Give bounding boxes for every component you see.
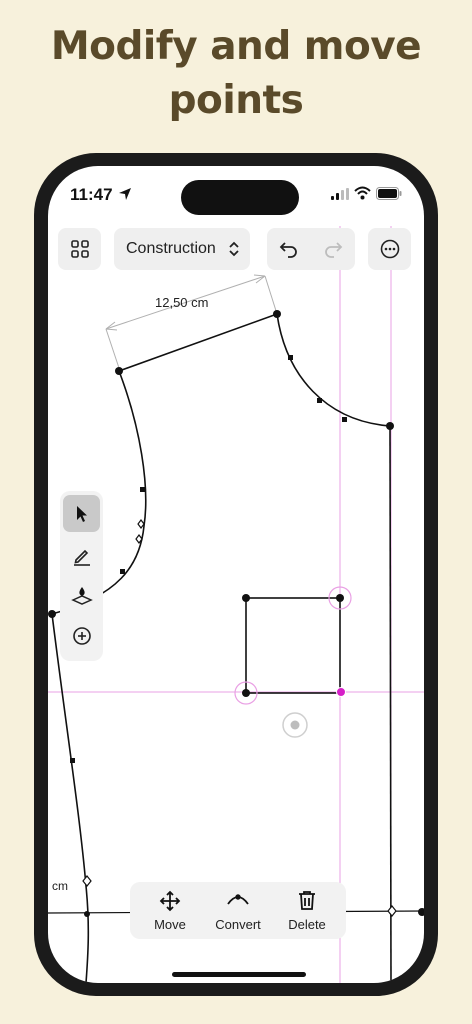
curve-tool[interactable] (63, 577, 100, 614)
unit-label: cm (52, 879, 68, 893)
grid-view-button[interactable] (58, 228, 101, 270)
dimension-line (105, 274, 278, 369)
phone-screen: 12,50 cm cm 11:47 Construction Move Conv… (48, 166, 424, 983)
tool-palette (60, 491, 103, 661)
measurement-label: 12,50 cm (155, 295, 208, 310)
draw-tool[interactable] (63, 537, 100, 574)
pattern-points[interactable] (48, 310, 424, 917)
wifi-icon (354, 186, 371, 200)
location-arrow-icon (119, 188, 131, 200)
convert-curve-icon (227, 894, 249, 905)
delete-button[interactable]: Delete (274, 882, 340, 939)
dynamic-island (181, 180, 299, 215)
undo-button[interactable] (267, 228, 311, 270)
redo-button[interactable] (311, 228, 355, 270)
convert-button-label: Convert (215, 917, 261, 932)
delete-button-label: Delete (288, 917, 326, 932)
move-button[interactable]: Move (137, 882, 203, 939)
pattern-canvas[interactable]: 12,50 cm cm (48, 166, 424, 983)
add-point-icon (72, 626, 91, 645)
snap-highlights (234, 586, 352, 705)
battery-icon (376, 187, 402, 200)
convert-button[interactable]: Convert (205, 882, 271, 939)
mode-selector-label: Construction (126, 240, 216, 257)
status-bar: 11:47 (48, 166, 424, 226)
cursor-icon (76, 505, 87, 522)
chevron-up-down-icon (229, 241, 239, 257)
select-tool[interactable] (63, 495, 100, 532)
redo-icon (325, 242, 343, 258)
selected-point[interactable] (336, 687, 346, 697)
grid-icon (70, 240, 89, 258)
home-indicator (172, 972, 306, 977)
ellipsis-icon (380, 239, 399, 259)
headline-line-2: points (168, 78, 304, 123)
more-options-button[interactable] (368, 228, 411, 270)
add-point-tool[interactable] (63, 617, 100, 654)
control-handles[interactable] (82, 519, 397, 917)
curve-tool-icon (70, 586, 93, 605)
undo-redo-group (267, 228, 355, 270)
headline-line-1: Modify and move (50, 24, 422, 69)
undo-icon (279, 242, 297, 258)
signal-icon (331, 188, 349, 200)
mode-selector[interactable]: Construction (114, 228, 250, 270)
move-button-label: Move (154, 917, 186, 932)
headline: Modify and move points (0, 20, 472, 128)
status-time: 11:47 (70, 185, 113, 204)
point-action-bar: Move Convert Delete (130, 882, 346, 939)
move-handle[interactable] (282, 712, 308, 738)
trash-icon (299, 891, 315, 910)
move-arrows-icon (159, 890, 181, 912)
pencil-icon (73, 549, 90, 566)
